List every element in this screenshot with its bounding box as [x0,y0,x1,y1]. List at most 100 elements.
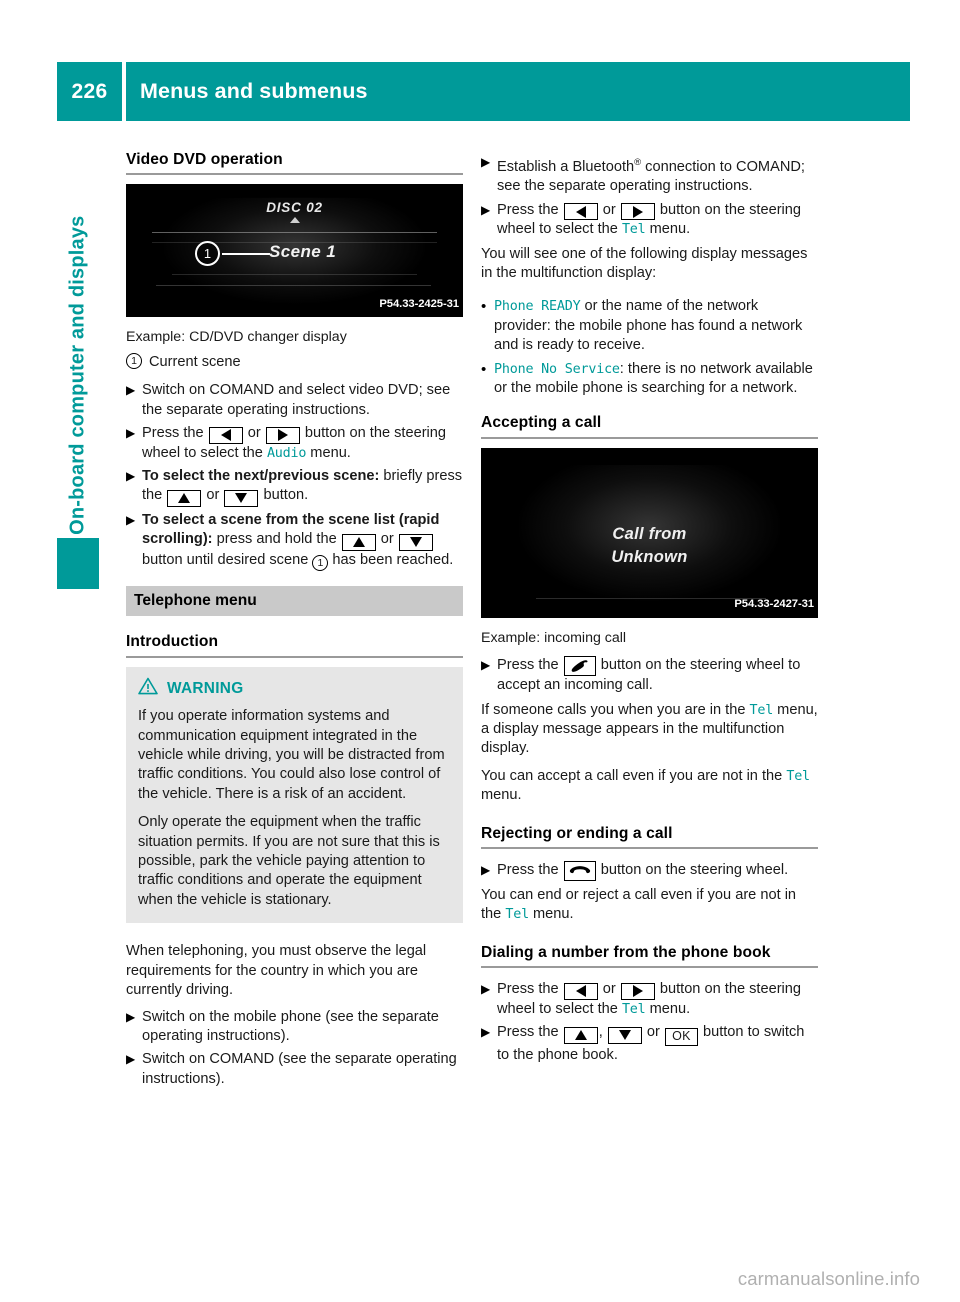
phone-handset-offhook-icon [571,660,588,673]
arrow-up-button-glyph [563,1026,598,1044]
step-text: Switch on COMAND and select video DVD; s… [142,382,451,418]
callout-leader-line [222,253,270,256]
accepting-paragraphs: If someone calls you when you are in the… [481,697,818,806]
arrow-down-button-glyph [224,489,259,507]
page-title: Menus and submenus [140,79,368,103]
arrow-right-icon [632,985,643,998]
step-arrow-icon: ▶ [126,512,136,527]
heading-rule [481,436,818,439]
display-menu-text: Phone READY [494,299,581,315]
scroll-up-arrow-icon [289,217,300,224]
warning-label: WARNING [167,680,244,698]
section-heading-introduction: Introduction [126,633,219,651]
arrow-down-button-glyph [398,533,433,551]
arrow-up-button-glyph [341,533,376,551]
page-number: 226 [71,79,108,103]
body-paragraph: You can end or reject a call even if you… [481,887,797,923]
registered-mark: ® [634,157,642,168]
legend-number-icon: 1 [126,352,142,369]
emphasis-text: To select a scene from the scene list (r… [142,511,440,548]
step-arrow-icon: ▶ [481,1025,491,1040]
step-arrow-icon: ▶ [481,982,491,997]
step-text: Press the or button on the steering whee… [497,201,802,238]
chapter-tab-marker [57,538,99,589]
display-menu-text: Audio [266,445,307,461]
arrow-up-icon [178,493,191,504]
display-menu-text: Tel [786,768,810,784]
instruction-step: ▶ Press the button on the steering wheel … [481,653,818,695]
figure-caption: Example: CD/DVD changer display [126,329,347,346]
rejecting-paragraphs: You can end or reject a call even if you… [481,882,818,925]
step-text: Switch on the mobile phone (see the sepa… [142,1008,439,1044]
figure-incoming-call: Call from Unknown P54.33-2427-31 [481,447,818,618]
arrow-down-icon [235,493,248,504]
site-watermark: carmanualsonline.info [737,1268,920,1289]
step-text: Establish a Bluetooth® connection to COM… [497,157,805,195]
arrow-right-button-glyph [265,426,300,444]
figure-call-line1: Call from [612,524,687,543]
step-arrow-icon: ▶ [481,658,491,673]
list-item: • Phone No Service: there is no network a… [481,357,818,399]
section-heading-rejecting-a-call: Rejecting or ending a call [481,824,673,842]
section-heading-accepting-a-call: Accepting a call [481,414,602,432]
warning-triangle-icon [138,677,158,701]
instruction-step: ▶ Press the button on the steering wheel. [481,858,818,882]
step-arrow-icon: ▶ [126,426,136,441]
step-text: To select the next/previous scene: brief… [142,467,463,507]
arrow-left-icon [220,429,231,442]
display-menu-text: Tel [749,702,774,718]
instruction-step: ▶ Press the or button on the steering whe… [126,421,463,463]
display-messages-list: • Phone READY or the name of the network … [481,294,818,398]
arrow-up-icon [574,1030,587,1041]
arrow-right-icon [277,429,288,442]
figure-image-code: P54.33-2427-31 [734,598,814,611]
header-divider [122,62,126,121]
instruction-step: ▶ Establish a Bluetooth® connection to CO… [481,150,818,197]
dialing-steps-list: ▶ Press the or button on the steering whe… [481,977,818,1065]
warning-paragraph: If you operate information systems and c… [138,708,445,802]
arrow-left-icon [575,205,586,218]
closing-paragraph: When telephoning, you must observe the l… [126,943,427,999]
messages-intro-paragraph: You will see one of the following displa… [481,245,808,281]
body-paragraph: If someone calls you when you are in the… [481,701,818,757]
arrow-left-button-glyph [563,982,598,1000]
rejecting-steps-list: ▶ Press the button on the steering wheel. [481,858,818,882]
arrow-left-icon [575,985,586,998]
step-text: Switch on COMAND (see the separate opera… [142,1051,457,1087]
section-bar-telephone-menu: Telephone menu [126,586,463,617]
screen-divider-line [156,285,431,287]
phone-accept-button-glyph [563,656,596,677]
arrow-right-icon [632,205,643,218]
figure-scene-label: Scene 1 [269,242,337,262]
step-text: Press the button on the steering wheel t… [497,656,801,694]
ok-button-glyph: OK [664,1027,698,1046]
section-heading-dialing-phone-book: Dialing a number from the phone book [481,943,771,961]
arrow-left-button-glyph [208,426,243,444]
arrow-up-button-glyph [167,489,202,507]
display-menu-text: Phone No Service [494,361,620,377]
step-text: Phone READY or the name of the network p… [494,298,803,354]
section-heading-video-dvd: Video DVD operation [126,151,283,168]
step-text: Press the or button on the steering whee… [497,981,802,1017]
step-arrow-icon: ▶ [481,863,491,878]
arrow-down-icon [618,1030,631,1041]
heading-rule [481,966,818,969]
display-menu-text: Tel [621,1001,646,1017]
figure-legend-item: 1 Current scene [126,352,463,372]
figure-disc-label: DISC 02 [266,200,323,216]
legend-text: Current scene [149,353,241,370]
display-menu-text: Tel [621,222,646,238]
step-arrow-icon: ▶ [126,1052,136,1067]
screen-divider-line [152,232,437,234]
instruction-step: ▶ To select a scene from the scene list (… [126,508,463,571]
figure-call-line2: Unknown [611,547,688,566]
bullet-icon: • [481,360,487,378]
warning-box: WARNING If you operate information syste… [126,666,463,924]
instruction-step: ▶ Switch on the mobile phone (see the sep… [126,1005,463,1047]
arrow-right-button-glyph [620,982,655,1000]
figure-image-code: P54.33-2425-31 [379,298,459,310]
